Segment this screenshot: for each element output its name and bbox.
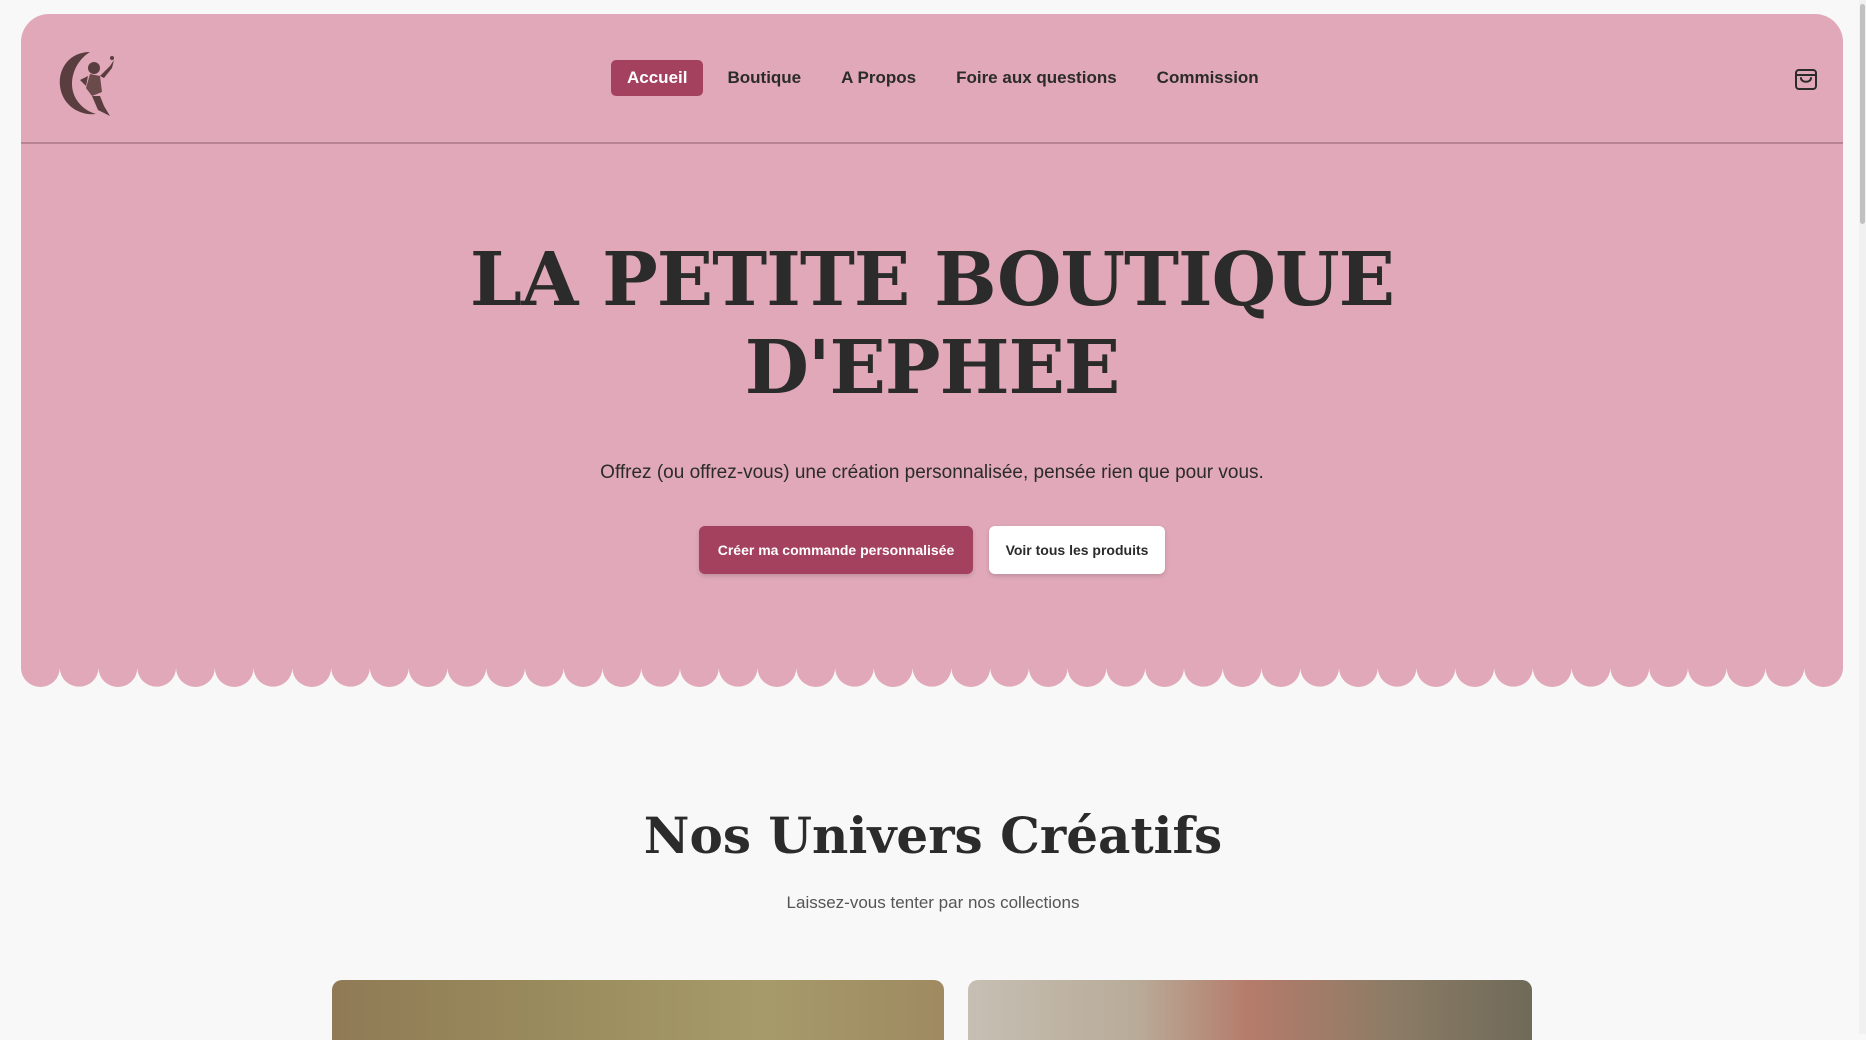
hero-title-line-2: D'EPHEE: [744, 325, 1121, 411]
scrollbar-thumb[interactable]: [1860, 4, 1865, 224]
hero-actions: Créer ma commande personnalisée Voir tou…: [699, 526, 1165, 574]
collection-card-2[interactable]: [968, 980, 1532, 1040]
view-all-products-button[interactable]: Voir tous les produits: [989, 526, 1165, 574]
hero-tagline: Offrez (ou offrez-vous) une création per…: [600, 462, 1264, 483]
shopping-bag-icon[interactable]: [1791, 62, 1821, 92]
hero-title: LA PETITE BOUTIQUE D'EPHEE: [21, 236, 1843, 412]
scalloped-edge: [21, 648, 1843, 688]
collection-card-1[interactable]: [332, 980, 944, 1040]
navbar: Accueil Boutique A Propos Foire aux ques…: [21, 14, 1843, 144]
hero-section: Accueil Boutique A Propos Foire aux ques…: [21, 14, 1843, 688]
create-custom-order-button[interactable]: Créer ma commande personnalisée: [699, 526, 973, 574]
section-title: Nos Univers Créatifs: [643, 806, 1223, 865]
moon-fairy-logo[interactable]: [52, 46, 118, 120]
nav-faq[interactable]: Foire aux questions: [940, 60, 1133, 96]
section-subtitle: Laissez-vous tenter par nos collections: [786, 893, 1080, 912]
nav-commission[interactable]: Commission: [1141, 60, 1275, 96]
scallop-path: [21, 648, 1843, 688]
nav-accueil[interactable]: Accueil: [611, 60, 704, 96]
nav-boutique[interactable]: Boutique: [711, 60, 817, 96]
main-menu: Accueil Boutique A Propos Foire aux ques…: [611, 60, 1275, 96]
hero-title-line-1: LA PETITE BOUTIQUE: [469, 237, 1395, 323]
nav-a-propos[interactable]: A Propos: [825, 60, 932, 96]
